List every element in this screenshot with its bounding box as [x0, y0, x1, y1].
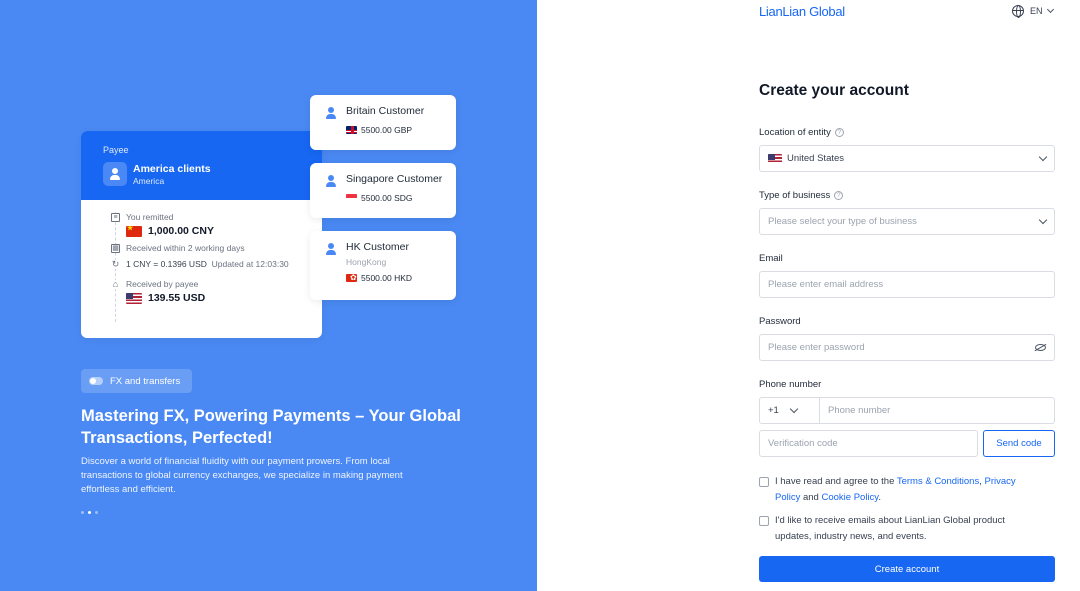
email-field[interactable]: Please enter email address: [759, 271, 1055, 298]
user-icon: [326, 175, 336, 187]
promo-panel: Payee America clients America ≡ You remi…: [0, 0, 537, 591]
client-region: America: [133, 175, 165, 186]
language-label: EN: [1030, 6, 1043, 16]
terms-link[interactable]: Terms & Conditions: [897, 476, 979, 487]
chevron-down-icon: [1038, 215, 1048, 224]
client-avatar-icon: [103, 162, 127, 186]
cn-flag-icon: [126, 225, 142, 237]
phone-number-field[interactable]: Phone number: [820, 398, 890, 423]
calendar-icon: ▦: [111, 244, 120, 253]
step-received-within: ▦ Received within 2 working days: [111, 243, 245, 253]
phone-input-group: +1 Phone number: [759, 397, 1055, 424]
help-icon[interactable]: ?: [834, 191, 844, 200]
customer-card-singapore: Singapore Customer 5500.00 SDG: [310, 163, 456, 218]
payee-card: Payee America clients America ≡ You remi…: [81, 131, 322, 338]
business-select[interactable]: Please select your type of business: [759, 208, 1055, 235]
payee-card-header: Payee America clients America: [81, 131, 322, 200]
terms-checkbox[interactable]: [759, 477, 769, 487]
sg-flag-icon: [346, 194, 357, 202]
exchange-rate: 1 CNY = 0.1396 USD: [126, 259, 207, 269]
eye-off-icon[interactable]: [1035, 344, 1046, 351]
chevron-down-icon: [1038, 152, 1048, 161]
password-field[interactable]: Please enter password: [759, 334, 1055, 361]
create-account-button[interactable]: Create account: [759, 556, 1055, 582]
received-amount: 139.55 USD: [148, 292, 206, 304]
payee-label: Payee: [103, 145, 129, 155]
send-code-button[interactable]: Send code: [983, 430, 1055, 457]
client-name: America clients: [133, 162, 211, 175]
customer-card-britain: Britain Customer 5500.00 GBP: [310, 95, 456, 150]
us-flag-icon: [768, 154, 782, 163]
transfer-steps: ≡ You remitted 1,000.00 CNY ▦ Received w…: [81, 200, 322, 322]
user-icon: [326, 107, 336, 119]
carousel-dot[interactable]: [95, 511, 98, 514]
chevron-down-icon: [789, 404, 799, 413]
country-code-select[interactable]: +1: [760, 398, 820, 423]
carousel-dot[interactable]: [81, 511, 84, 514]
chevron-down-icon: [1046, 5, 1054, 14]
promo-description: Discover a world of financial fluidity w…: [81, 456, 403, 495]
help-icon[interactable]: ?: [834, 128, 844, 137]
carousel-dots: [81, 511, 98, 514]
location-value: United States: [787, 153, 845, 164]
location-label: Location of entity?: [759, 127, 844, 138]
bank-icon: ⌂: [111, 279, 120, 289]
us-flag-icon: [126, 292, 142, 304]
step-received-by-payee: ⌂ Received by payee 139.55 USD: [111, 279, 206, 304]
phone-label: Phone number: [759, 379, 822, 390]
business-label: Type of business?: [759, 190, 844, 201]
exchange-rate-updated: Updated at 12:03:30: [211, 259, 289, 269]
carousel-dot-active[interactable]: [88, 511, 91, 514]
lianlian-logo[interactable]: LianLian Global: [759, 4, 845, 19]
password-label: Password: [759, 316, 801, 327]
gb-flag-icon: [346, 126, 357, 134]
document-icon: ≡: [111, 213, 120, 222]
marketing-consent: I'd like to receive emails about LianLia…: [759, 513, 1055, 545]
terms-agreement: I have read and agree to the Terms & Con…: [759, 474, 1055, 506]
remitted-amount: 1,000.00 CNY: [148, 225, 214, 237]
toggle-icon: [89, 377, 103, 385]
step-exchange-rate: ↻ 1 CNY = 0.1396 USD Updated at 12:03:30: [111, 259, 322, 269]
refresh-icon: ↻: [111, 259, 120, 269]
page-title: Create your account: [759, 82, 909, 99]
hk-flag-icon: [346, 274, 357, 282]
email-label: Email: [759, 253, 783, 264]
language-selector[interactable]: EN: [1012, 5, 1054, 18]
cookie-link[interactable]: Cookie Policy: [821, 492, 878, 503]
marketing-checkbox[interactable]: [759, 516, 769, 526]
step-remitted: ≡ You remitted 1,000.00 CNY: [111, 212, 322, 237]
fx-transfers-chip: FX and transfers: [81, 369, 192, 393]
location-select[interactable]: United States: [759, 145, 1055, 172]
customer-card-hk: HK CustomerHongKong 5500.00 HKD: [310, 231, 456, 300]
globe-icon: [1012, 5, 1024, 18]
business-placeholder: Please select your type of business: [768, 216, 917, 227]
verification-code-field[interactable]: Verification code: [759, 430, 978, 457]
promo-headline: Mastering FX, Powering Payments – Your G…: [81, 407, 461, 447]
user-icon: [326, 243, 336, 255]
